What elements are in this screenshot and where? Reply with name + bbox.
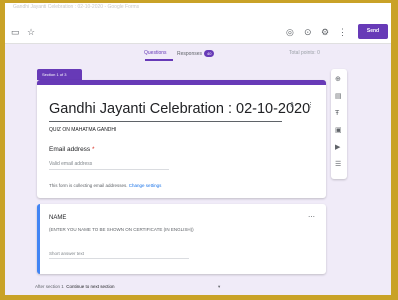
after-section-label: After section 1 — [35, 284, 64, 289]
tab-questions-label: Questions — [144, 50, 167, 56]
add-video-icon[interactable]: ▶ — [335, 143, 340, 153]
section-more-icon[interactable]: ⋮ — [307, 101, 314, 111]
short-answer-field[interactable]: Short answer text — [49, 251, 84, 256]
tab-responses-label: Responses — [177, 50, 203, 57]
form-header-card[interactable]: Gandhi Jayanti Celebration : 02-10-2020 … — [37, 80, 326, 198]
drag-handle-icon[interactable]: ⋯ — [308, 213, 315, 223]
short-answer-line — [49, 258, 189, 259]
add-question-icon[interactable]: ⊕ — [335, 75, 341, 85]
dropdown-arrow-icon[interactable]: ▾ — [218, 284, 220, 290]
form-title[interactable]: Gandhi Jayanti Celebration : 02-10-2020 — [49, 101, 310, 117]
more-icon[interactable]: ⋮ — [338, 27, 347, 37]
title-underline — [49, 121, 282, 122]
email-label-text: Email address — [49, 146, 91, 153]
preview-icon[interactable]: ⊙ — [304, 27, 312, 37]
required-mark: * — [92, 146, 95, 153]
collapse-icon[interactable]: ⇕ — [289, 101, 295, 111]
section-tag: Section 1 of 3 — [37, 69, 82, 80]
email-field-line — [49, 169, 169, 170]
forms-window: Gandhi Jayanti Celebration : 02-10-2020 … — [5, 3, 391, 295]
tab-responses[interactable]: Responses 40 — [177, 50, 215, 57]
email-field[interactable]: Valid email address — [49, 161, 92, 167]
collect-email-note: This form is collecting email addresses.… — [49, 183, 161, 188]
active-tab-indicator — [145, 59, 173, 61]
name-question-card[interactable]: NAME ⋯ (ENTER YOU NAME TO BE SHOWN ON CE… — [37, 204, 326, 274]
form-description[interactable]: QUIZ ON MAHATMA GANDHI — [49, 127, 116, 133]
send-button[interactable]: Send — [358, 24, 388, 39]
side-toolbar: ⊕ ▤ Ŧ ▣ ▶ ☰ — [331, 69, 347, 179]
add-image-icon[interactable]: ▣ — [335, 126, 342, 136]
palette-icon[interactable]: ◎ — [286, 27, 294, 37]
import-questions-icon[interactable]: ▤ — [335, 92, 342, 102]
document-title: Gandhi Jayanti Celebration : 02-10-2020 … — [13, 4, 140, 10]
add-section-icon[interactable]: ☰ — [335, 160, 341, 170]
name-question-description: (ENTER YOU NAME TO BE SHOWN ON CERTIFICA… — [49, 227, 194, 232]
change-settings-link[interactable]: Change settings — [129, 183, 162, 188]
star-icon[interactable]: ☆ — [27, 27, 35, 37]
responses-count-badge: 40 — [204, 50, 215, 57]
top-bar: Gandhi Jayanti Celebration : 02-10-2020 … — [5, 3, 391, 44]
after-section-row: After section 1 Continue to next section — [35, 284, 115, 289]
email-question-label: Email address * — [49, 146, 95, 153]
after-section-dropdown[interactable]: Continue to next section — [66, 284, 114, 289]
add-title-icon[interactable]: Ŧ — [335, 109, 339, 119]
total-points: Total points: 0 — [289, 50, 320, 56]
tab-questions[interactable]: Questions — [144, 50, 167, 56]
collect-note-text: This form is collecting email addresses. — [49, 183, 128, 188]
name-question-label: NAME — [49, 215, 67, 221]
settings-icon[interactable]: ⚙ — [321, 27, 329, 37]
folder-icon[interactable]: ▭ — [11, 27, 20, 37]
